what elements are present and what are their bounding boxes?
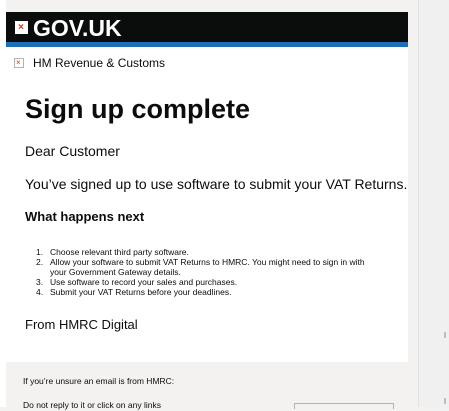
govuk-logo-text[interactable]: GOV.UK bbox=[33, 14, 122, 42]
email-card: × GOV.UK × HM Revenue & Customs Sign up … bbox=[6, 12, 408, 362]
right-gutter bbox=[418, 0, 449, 407]
list-item: 3. Use software to record your sales and … bbox=[36, 277, 238, 287]
list-item: 4. Submit your VAT Returns before your de… bbox=[36, 287, 232, 297]
footer-unsure-text: If you’re unsure an email is from HMRC: bbox=[23, 376, 175, 386]
scroll-marker bbox=[444, 398, 446, 404]
broken-image-icon: × bbox=[14, 58, 24, 68]
list-item: 2. Allow your software to submit VAT Retu… bbox=[36, 257, 365, 277]
footer-no-reply-text: Do not reply to it or click on any links bbox=[23, 400, 161, 410]
page-title: Sign up complete bbox=[25, 94, 251, 124]
header-accent-bar bbox=[6, 42, 408, 47]
list-item: 1. Choose relevant third party software. bbox=[36, 247, 189, 257]
greeting: Dear Customer bbox=[25, 143, 120, 159]
section-heading: What happens next bbox=[25, 209, 145, 224]
govuk-header: × GOV.UK bbox=[6, 12, 408, 42]
footer-box bbox=[294, 403, 394, 409]
lead-paragraph: You’ve signed up to use software to subm… bbox=[25, 176, 408, 192]
signoff: From HMRC Digital bbox=[25, 317, 138, 332]
broken-image-icon: × bbox=[15, 21, 28, 34]
organisation-name: HM Revenue & Customs bbox=[33, 56, 166, 70]
scroll-marker bbox=[444, 332, 446, 338]
steps-list: 1. Choose relevant third party software. … bbox=[36, 247, 376, 297]
